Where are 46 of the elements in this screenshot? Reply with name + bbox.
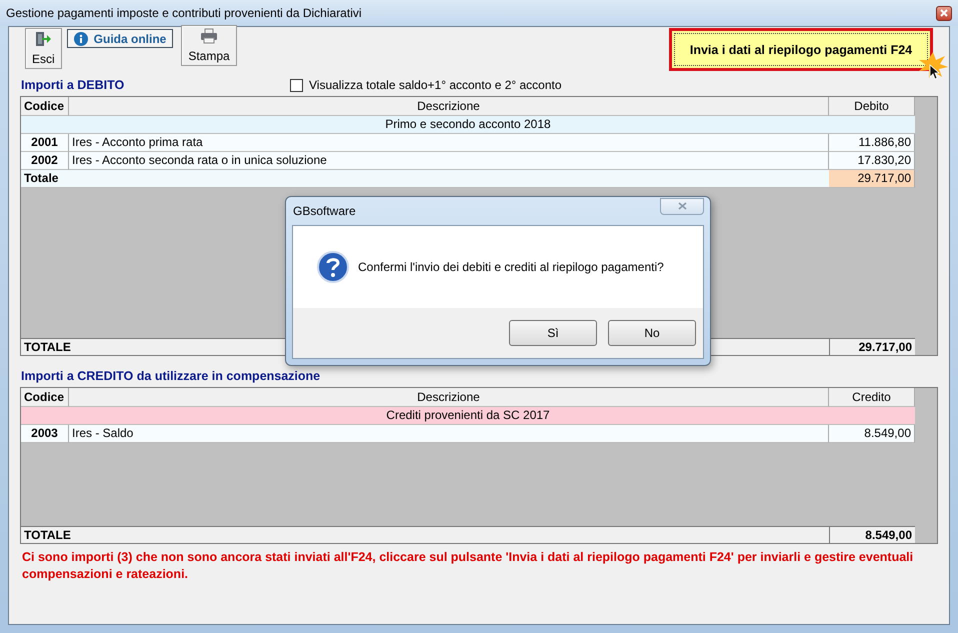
dialog-title: GBsoftware xyxy=(293,204,356,218)
dialog-button[interactable]: No xyxy=(608,320,696,346)
table-cell-text: TOTALE xyxy=(23,339,72,355)
section-title: Importi a CREDITO da utilizzare in compensazione xyxy=(21,369,320,383)
group-row: Crediti provenienti da SC 2017 xyxy=(21,407,915,425)
table-cell: 29.717,00 xyxy=(829,339,915,355)
close-icon xyxy=(678,202,686,210)
table-cell: Totale xyxy=(21,170,829,188)
table-cell: 2002 xyxy=(21,152,69,170)
exit-button[interactable]: Esci xyxy=(25,28,62,69)
print-button[interactable]: Stampa xyxy=(181,25,237,66)
send-f24-button[interactable]: Invia i dati al riepilogo pagamenti F24 xyxy=(669,28,933,71)
warning-message: Ci sono importi (3) che non sono ancora stati inviati all'F24, cliccare sul pulsante 'Invia i dati al riepilogo pagamenti F24' per inviarli e gestire eventuali compensazioni e rateazioni. xyxy=(21,549,914,583)
table-cell: Ires - Acconto prima rata xyxy=(69,134,829,152)
table-cell: 8.549,00 xyxy=(829,425,915,443)
column-header: Codice xyxy=(21,388,69,407)
dialog-close-button[interactable] xyxy=(660,198,704,214)
column-header: Codice xyxy=(21,97,69,116)
table-cell: 2003 xyxy=(21,425,69,443)
table-cell: Ires - Saldo xyxy=(69,425,829,443)
info-icon xyxy=(74,32,88,46)
table-cell: 11.886,80 xyxy=(829,134,915,152)
checkbox-label: Visualizza totale saldo+1° acconto e 2° acconto xyxy=(309,78,562,92)
exit-door-icon xyxy=(34,31,52,47)
cursor-icon xyxy=(929,64,940,80)
dialog-button[interactable]: Sì xyxy=(509,320,597,346)
table-cell: Ires - Acconto seconda rata o in unica soluzione xyxy=(69,152,829,170)
help-button[interactable]: Guida online xyxy=(66,29,174,48)
table-cell-text: TOTALE xyxy=(23,527,72,543)
question-icon xyxy=(317,251,349,283)
close-button[interactable] xyxy=(936,6,952,20)
table-cell: 17.830,20 xyxy=(829,152,915,170)
table-cell: 2001 xyxy=(21,134,69,152)
column-header: Credito xyxy=(829,388,915,407)
section-title: Importi a DEBITO xyxy=(21,78,126,92)
table-cell: 29.717,00 xyxy=(829,170,915,188)
dialog-message: Confermi l'invio dei debiti e crediti al riepilogo pagamenti? xyxy=(358,260,664,274)
table-cell: 8.549,00 xyxy=(829,527,915,543)
column-header: Descrizione xyxy=(69,388,829,407)
column-header: Descrizione xyxy=(69,97,829,116)
close-icon xyxy=(940,9,948,17)
checkbox[interactable] xyxy=(290,78,303,92)
column-header: Debito xyxy=(829,97,915,116)
printer-icon xyxy=(200,28,218,44)
window-title: Gestione pagamenti imposte e contributi provenienti da Dichiarativi xyxy=(6,6,362,20)
group-row: Primo e secondo acconto 2018 xyxy=(21,116,915,134)
